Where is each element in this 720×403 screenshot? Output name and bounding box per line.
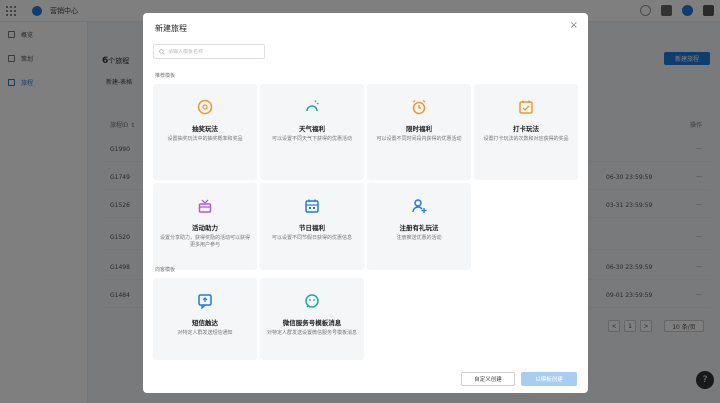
template-card-lottery[interactable]: 抽奖玩法 设置抽奖玩法中的抽奖概率和奖品 bbox=[153, 84, 257, 180]
card-title: 微信服务号模板消息 bbox=[282, 319, 342, 327]
card-description: 设置分享助力，获得奖励的活动可以获得更多用户参与 bbox=[160, 235, 251, 248]
holiday-calendar-icon bbox=[303, 197, 321, 215]
add-user-icon bbox=[410, 197, 428, 215]
card-description: 对特定人群发送设置微信服务号模板消息 bbox=[267, 330, 358, 336]
template-card-register[interactable]: 注册有礼玩法 注册推送优惠的活动 bbox=[367, 183, 471, 270]
card-description: 可以设置不同节假日获得的优惠信息 bbox=[271, 235, 352, 241]
sms-icon bbox=[196, 292, 214, 310]
custom-create-button[interactable]: 自定义创建 bbox=[461, 372, 515, 386]
card-description: 可以设置不同时间段内获得的优惠活动 bbox=[376, 136, 462, 142]
template-card-checkin[interactable]: 打卡玩法 设置打卡玩法的次数和对应获得的奖品 bbox=[474, 84, 578, 180]
card-title: 抽奖玩法 bbox=[192, 125, 218, 133]
card-description: 注册推送优惠的活动 bbox=[396, 235, 442, 241]
gift-icon bbox=[196, 197, 214, 215]
lottery-icon bbox=[196, 98, 214, 116]
template-card-limited-time[interactable]: 限时福利 可以设置不同时间段内获得的优惠活动 bbox=[367, 84, 471, 180]
card-title: 注册有礼玩法 bbox=[399, 224, 439, 232]
card-title: 节日福利 bbox=[299, 224, 325, 232]
template-card-weather[interactable]: 天气福利 可以设置不同天气下获得的优惠活动 bbox=[260, 84, 364, 180]
card-title: 打卡玩法 bbox=[513, 125, 539, 133]
card-description: 设置打卡玩法的次数和对应获得的奖品 bbox=[483, 136, 569, 142]
checkin-calendar-icon bbox=[517, 98, 535, 116]
card-title: 天气福利 bbox=[299, 125, 325, 133]
card-description: 可以设置不同天气下获得的优惠活动 bbox=[271, 136, 352, 142]
weather-icon bbox=[303, 98, 321, 116]
new-journey-dialog: 新建旅程 × 推荐模板 抽奖玩法 设置抽奖玩法中的抽奖概率和奖品 天气福利 可以… bbox=[143, 13, 588, 393]
alarm-clock-icon bbox=[410, 98, 428, 116]
search-input[interactable] bbox=[168, 48, 263, 55]
card-title: 限时福利 bbox=[406, 125, 432, 133]
card-title: 活动助力 bbox=[192, 224, 218, 232]
template-card-holiday[interactable]: 节日福利 可以设置不同节假日获得的优惠信息 bbox=[260, 183, 364, 270]
dialog-title: 新建旅程 bbox=[155, 24, 187, 33]
section-label-recommended: 推荐模板 bbox=[155, 73, 176, 79]
section-label-outreach: 向客模板 bbox=[155, 267, 176, 273]
close-icon[interactable]: × bbox=[570, 20, 578, 31]
card-description: 对特定人群发送短信通知 bbox=[177, 330, 233, 336]
card-title: 短信触达 bbox=[192, 319, 218, 327]
card-description: 设置抽奖玩法中的抽奖概率和奖品 bbox=[167, 136, 243, 142]
template-card-assist[interactable]: 活动助力 设置分享助力，获得奖励的活动可以获得更多用户参与 bbox=[153, 183, 257, 270]
template-card-sms[interactable]: 短信触达 对特定人群发送短信通知 bbox=[153, 278, 257, 360]
template-card-wechat[interactable]: 微信服务号模板消息 对特定人群发送设置微信服务号模板消息 bbox=[260, 278, 364, 360]
search-icon bbox=[159, 48, 165, 55]
wechat-icon bbox=[303, 292, 321, 310]
template-create-button[interactable]: 以模板创建 bbox=[521, 372, 577, 386]
template-search bbox=[153, 44, 265, 59]
